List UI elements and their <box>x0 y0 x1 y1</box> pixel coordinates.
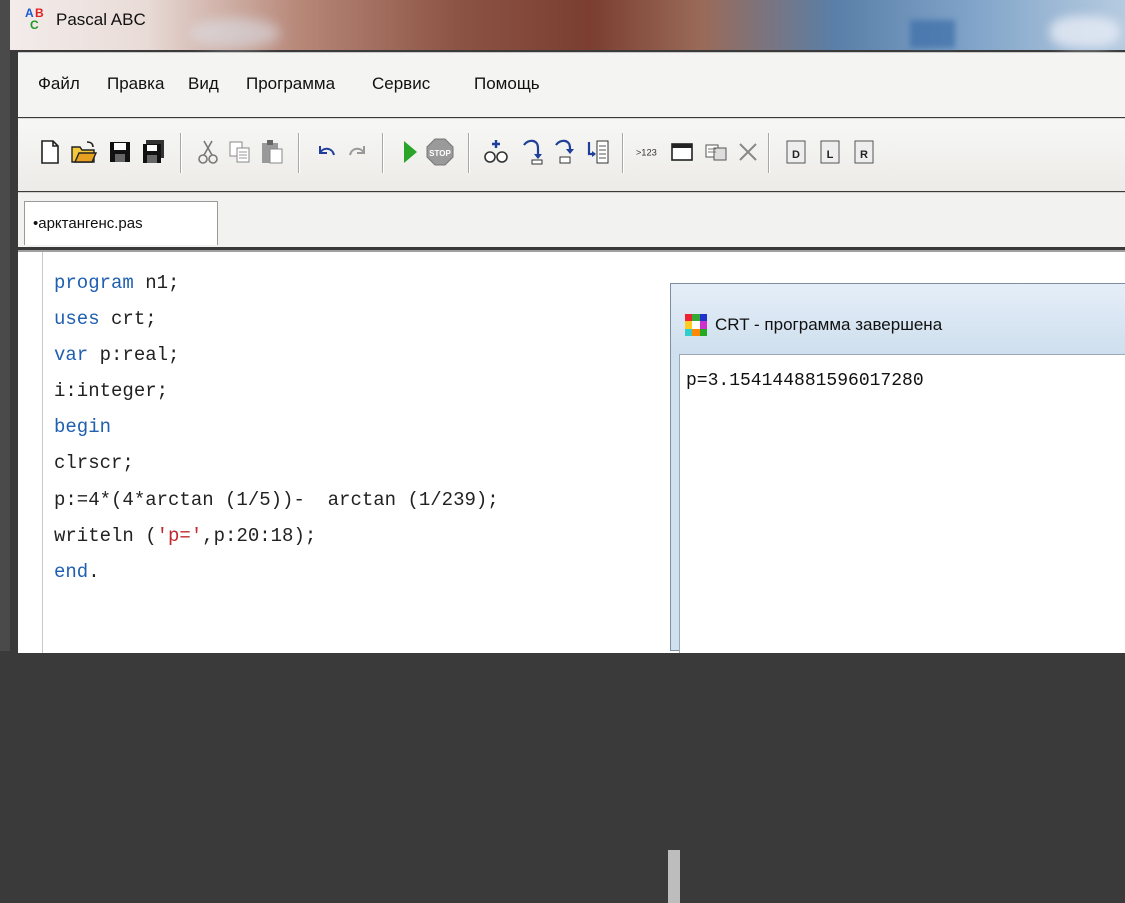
pascal-abc-app-icon: ABC <box>25 6 44 32</box>
crt-window-title: CRT - программа завершена <box>715 315 943 334</box>
editor-scrollbar[interactable] <box>668 850 680 903</box>
svg-text:STOP: STOP <box>429 149 451 158</box>
stop-icon[interactable]: STOP <box>426 137 454 167</box>
cut-icon[interactable] <box>194 137 222 167</box>
toolbar-separator <box>622 133 624 173</box>
compile-l-icon[interactable]: L <box>816 137 844 167</box>
redo-icon[interactable] <box>344 137 372 167</box>
code-text: i:integer; <box>54 380 169 402</box>
slide-border <box>0 0 10 651</box>
svg-text:R: R <box>860 149 868 161</box>
background-blob <box>190 18 280 48</box>
code-line[interactable]: clrscr; <box>54 452 134 474</box>
debug-icon[interactable] <box>702 137 730 167</box>
menu-program[interactable]: Программа <box>246 74 335 94</box>
open-file-icon[interactable] <box>70 137 98 167</box>
code-keyword: uses <box>54 308 100 330</box>
code-text: clrscr; <box>54 452 134 474</box>
code-text: . <box>88 561 100 583</box>
code-text: n1; <box>133 272 180 294</box>
menu-bar: Файл Правка Вид Программа Сервис Помощь <box>18 52 1125 117</box>
code-line[interactable]: i:integer; <box>54 380 168 402</box>
step-into-icon[interactable] <box>518 137 546 167</box>
output-window-icon[interactable] <box>668 137 696 167</box>
crt-output-text: p=3.154144881596017280 <box>686 371 924 391</box>
code-line[interactable]: var p:real; <box>54 344 179 366</box>
code-line[interactable]: writeln ('p=',p:20:18); <box>54 525 316 547</box>
code-text: writeln ( <box>54 525 157 547</box>
code-keyword: begin <box>54 416 112 438</box>
window-titlebar[interactable]: ABC Pascal ABC <box>10 0 1125 50</box>
code-keyword: end <box>54 561 89 583</box>
compile-d-icon[interactable]: D <box>782 137 810 167</box>
svg-text:>123: >123 <box>636 148 657 158</box>
code-keyword: var <box>54 344 89 366</box>
step-over-icon[interactable] <box>550 137 578 167</box>
code-line[interactable]: end. <box>54 561 100 583</box>
tab-strip: •арктангенс.pas <box>18 192 1125 247</box>
menu-service[interactable]: Сервис <box>372 74 430 94</box>
toolbar-separator <box>298 133 300 173</box>
crt-app-icon <box>685 314 707 336</box>
tab-arctangens-pas[interactable]: •арктангенс.pas <box>24 201 218 245</box>
crt-console: p=3.154144881596017280 <box>679 354 1125 653</box>
paste-icon[interactable] <box>258 137 286 167</box>
menu-file[interactable]: Файл <box>38 74 80 94</box>
toolbar: STOP >123 D L R <box>18 118 1125 191</box>
code-line[interactable]: p:=4*(4*arctan (1/5))- arctan (1/239); <box>54 489 499 511</box>
close-icon[interactable] <box>734 137 762 167</box>
editor-gutter <box>42 252 43 653</box>
new-file-icon[interactable] <box>36 137 64 167</box>
code-keyword: program <box>54 272 134 294</box>
code-text: p:=4*(4*arctan (1/5))- arctan (1/239); <box>54 489 499 511</box>
toolbar-separator <box>382 133 384 173</box>
svg-text:L: L <box>827 149 834 161</box>
evaluate-icon[interactable]: >123 <box>634 137 662 167</box>
background-blob <box>910 20 955 48</box>
crt-titlebar[interactable]: CRT - программа завершена <box>671 284 1125 354</box>
crt-output-window[interactable]: CRT - программа завершена p=3.1541448815… <box>670 283 1125 653</box>
code-text: crt; <box>99 308 157 330</box>
menu-help[interactable]: Помощь <box>474 74 540 94</box>
run-icon[interactable] <box>396 137 424 167</box>
save-icon[interactable] <box>106 137 134 167</box>
menu-view[interactable]: Вид <box>188 74 219 94</box>
toolbar-separator <box>468 133 470 173</box>
window-title: Pascal ABC <box>56 10 146 29</box>
code-line[interactable]: uses crt; <box>54 308 157 330</box>
toolbar-separator <box>768 133 770 173</box>
code-text: ,p:20:18); <box>202 525 317 547</box>
menu-edit[interactable]: Правка <box>107 74 164 94</box>
code-text: p:real; <box>88 344 180 366</box>
watch-icon[interactable] <box>482 137 510 167</box>
run-to-cursor-icon[interactable] <box>584 137 612 167</box>
code-line[interactable]: begin <box>54 416 111 438</box>
undo-icon[interactable] <box>312 137 340 167</box>
svg-text:D: D <box>792 149 800 161</box>
background-blob <box>1050 16 1120 48</box>
copy-icon[interactable] <box>226 137 254 167</box>
toolbar-separator <box>180 133 182 173</box>
save-all-icon[interactable] <box>140 137 168 167</box>
code-line[interactable]: program n1; <box>54 272 179 294</box>
compile-r-icon[interactable]: R <box>850 137 878 167</box>
code-string: 'p=' <box>156 525 203 547</box>
